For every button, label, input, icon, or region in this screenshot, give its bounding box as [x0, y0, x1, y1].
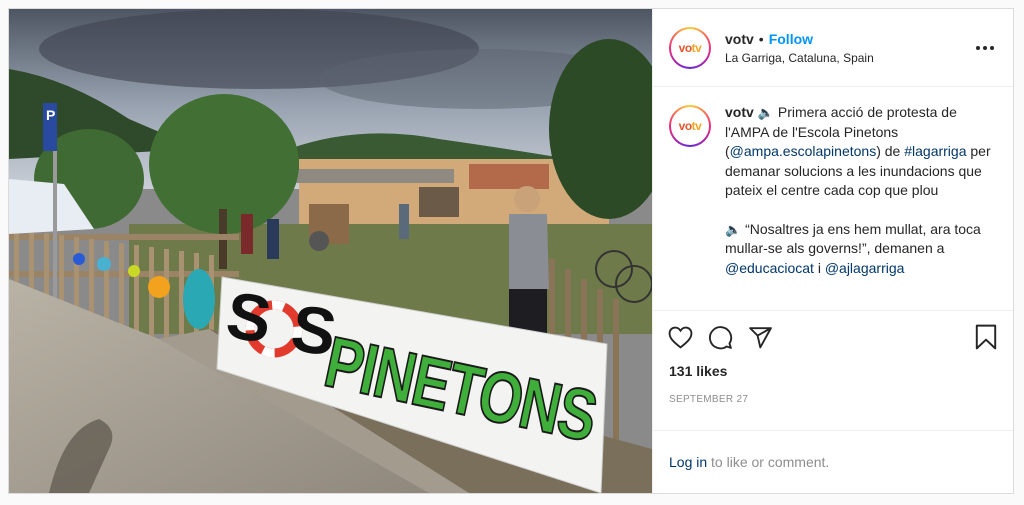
more-options-icon[interactable]: [973, 36, 997, 60]
caption-paragraph-2: 🔈 “Nosaltres ja ens hem mullat, ara toca…: [725, 220, 997, 279]
speaker-icon: 🔈: [757, 105, 774, 120]
caption-avatar-logo-part-b: tv: [691, 119, 702, 133]
mention-educaciocat-link[interactable]: @educaciocat: [725, 260, 814, 276]
caption-part-5: i: [813, 259, 825, 276]
date-section: SEPTEMBER 27: [653, 381, 1013, 431]
comment-icon[interactable]: [707, 324, 733, 350]
share-icon[interactable]: [747, 324, 773, 350]
caption-avatar-logo: votv: [679, 119, 702, 133]
follow-button[interactable]: Follow: [769, 31, 813, 47]
separator-dot: •: [758, 30, 764, 47]
action-bar: [653, 311, 1013, 363]
caption-area: votv votv 🔈 Primera acció de protesta de …: [653, 87, 1013, 311]
post-sidebar: votv votv • Follow La Garriga, Cataluna,…: [652, 9, 1013, 493]
heart-icon-shape: [668, 326, 692, 349]
more-options-dots: [976, 45, 994, 50]
post-date[interactable]: SEPTEMBER 27: [669, 394, 748, 405]
likes-count[interactable]: 131 likes: [653, 363, 1013, 381]
login-link[interactable]: Log in: [669, 454, 707, 470]
caption-part-4: “Nosaltres ja ens hem mullat, ara toca m…: [725, 220, 981, 257]
mention-ampa-link[interactable]: @ampa.escolapinetons: [730, 143, 877, 159]
speaker-icon-2: 🔈: [725, 221, 742, 237]
avatar-logo-part-b: tv: [691, 40, 702, 55]
share-icon-shape: [748, 326, 772, 348]
caption-avatar-image: votv: [671, 107, 709, 145]
mention-ajlagarriga-link[interactable]: @ajlagarriga: [825, 260, 905, 276]
login-prompt-text: to like or comment.: [707, 454, 830, 470]
bookmark-icon-shape: [975, 324, 997, 350]
avatar-logo-part-a: vo: [678, 40, 693, 55]
parking-sign-letter: P: [46, 107, 56, 123]
location-link[interactable]: La Garriga, Cataluna, Spain: [725, 51, 973, 65]
header-line: votv • Follow: [725, 31, 973, 47]
hashtag-lagarriga-link[interactable]: #lagarriga: [904, 143, 966, 159]
caption-text: votv 🔈 Primera acció de protesta de l'AMP…: [725, 103, 997, 278]
header-text: votv • Follow La Garriga, Cataluna, Spai…: [725, 31, 973, 65]
avatar[interactable]: votv: [669, 26, 711, 69]
heart-icon[interactable]: [667, 324, 693, 350]
post-photo[interactable]: S S PINETONS P: [9, 9, 652, 493]
caption-avatar-logo-part-a: vo: [678, 119, 693, 133]
instagram-post: S S PINETONS P votv votv • Follow La Gar…: [8, 8, 1014, 494]
avatar-logo: votv: [679, 41, 702, 55]
post-header: votv votv • Follow La Garriga, Cataluna,…: [653, 9, 1013, 87]
login-prompt: Log in to like or comment.: [653, 431, 1013, 493]
caption-username-link[interactable]: votv: [725, 104, 754, 120]
comment-icon-shape: [708, 325, 732, 349]
avatar-image: votv: [671, 28, 709, 67]
date-row: SEPTEMBER 27: [653, 381, 1013, 407]
caption-avatar[interactable]: votv: [669, 105, 711, 147]
bookmark-icon[interactable]: [973, 324, 999, 350]
username-link[interactable]: votv: [725, 31, 754, 47]
caption-part-2: ) de: [876, 143, 905, 159]
